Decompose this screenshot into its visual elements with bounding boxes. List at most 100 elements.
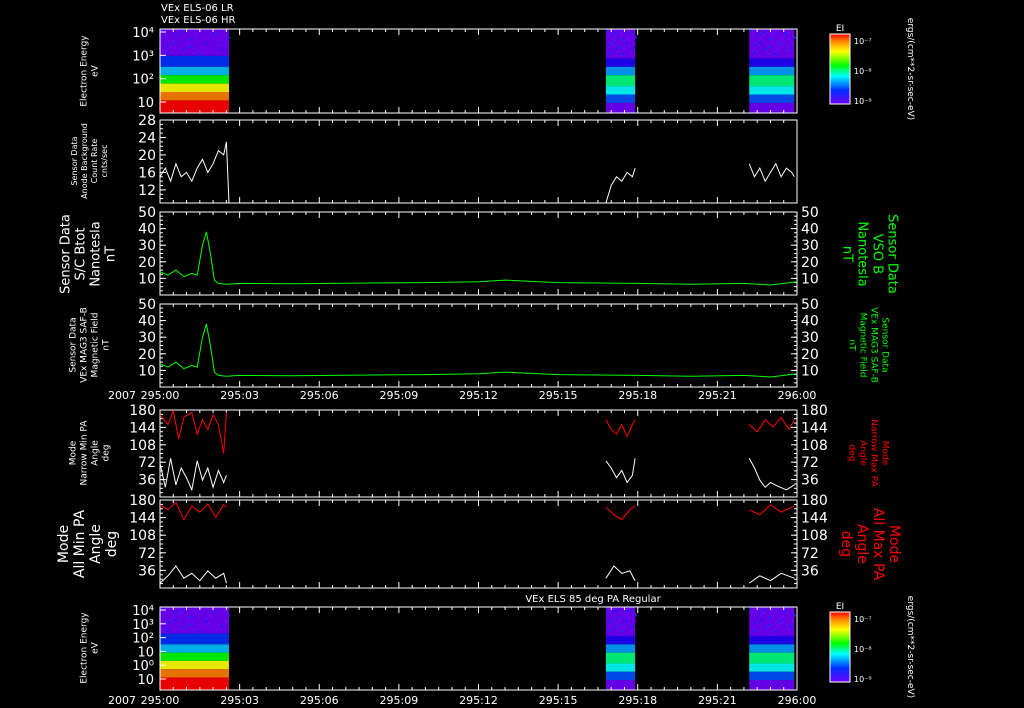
speckle: [608, 629, 611, 632]
speckle: [633, 35, 636, 38]
speckle: [629, 629, 632, 632]
speckle: [626, 36, 629, 39]
speckle: [223, 41, 226, 44]
speckle: [220, 47, 223, 50]
speckle: [783, 610, 786, 613]
speckle: [202, 626, 205, 629]
colorbar-title: EI: [836, 24, 844, 34]
bmag-ylabel-right-line: nT: [840, 246, 855, 262]
speckle: [225, 620, 228, 623]
time-tick-label: 295:12: [459, 389, 498, 402]
energy-band: [749, 644, 795, 653]
spectrogram-bottom-ylabel-line: Electron Energy: [80, 612, 90, 684]
colorbar-gradient: [829, 33, 851, 105]
speckle: [182, 608, 185, 611]
time-tick-label: 295:09: [380, 389, 419, 402]
speckle: [750, 30, 753, 33]
speckle: [615, 48, 618, 51]
speckle: [612, 619, 615, 622]
bmag-ylabel-line: nT: [104, 246, 119, 262]
y-tick-label: 20: [138, 255, 156, 271]
y-tick-label-right: 108: [801, 438, 828, 454]
speckle: [615, 31, 618, 34]
speckle: [758, 619, 761, 622]
speckle: [769, 38, 772, 41]
mag-ylabel-right-line: VEx MAG3 SAF-B: [869, 307, 879, 383]
speckle: [618, 615, 621, 618]
speckle: [621, 52, 624, 55]
speckle: [624, 48, 627, 51]
speckle: [623, 46, 626, 49]
speckle: [759, 611, 762, 614]
y-tick-label: 36: [138, 563, 156, 579]
speckle: [189, 45, 192, 48]
speckle: [213, 32, 216, 35]
speckle: [164, 627, 167, 630]
series-line: [159, 231, 798, 286]
energy-band: [749, 652, 795, 664]
speckle: [793, 614, 796, 617]
min-line: [748, 458, 795, 491]
mag-ylabel-line: nT: [102, 339, 112, 351]
speckle: [764, 48, 767, 51]
speckle: [174, 41, 177, 44]
spectrogram-block: [160, 29, 231, 113]
speckle: [190, 38, 193, 41]
spectrogram-top-ylabel-line: eV: [91, 64, 101, 77]
time-tick-label: 295:12: [459, 694, 498, 707]
y-tick-label: 10³: [132, 618, 154, 633]
energy-band: [160, 92, 230, 101]
time-axis-1: 2007 295:00 295:03 295:06 295:09 295:12 295:15…: [108, 694, 816, 707]
speckle: [210, 38, 213, 41]
speckle: [611, 39, 614, 42]
spectrogram-block: [749, 607, 796, 690]
mag-ylabel: Sensor Data VEx MAG3 SAF-B Magnetic Field n…: [69, 307, 112, 383]
energy-band: [605, 663, 636, 672]
y-tick-label: 16: [138, 165, 156, 181]
speckle: [164, 32, 167, 35]
speckle: [609, 621, 612, 624]
speckle: [208, 614, 211, 617]
speckle: [616, 42, 619, 45]
speckle: [172, 617, 175, 620]
bmag-vso-frame: [159, 211, 798, 296]
speckle: [205, 620, 208, 623]
energy-band: [605, 102, 636, 113]
y-tick-label: 10: [137, 673, 154, 688]
time-tick-label: 295:00: [141, 694, 180, 707]
speckle: [627, 608, 630, 611]
speckle: [213, 610, 216, 613]
speckle: [787, 630, 790, 633]
speckle: [775, 607, 778, 610]
header-line-1: VEx ELS-06 LR: [161, 3, 234, 14]
time-tick-label: 295:21: [698, 694, 737, 707]
y-tick-label: 144: [129, 511, 156, 527]
max-line: [748, 416, 795, 433]
speckle: [770, 609, 773, 612]
header-line-2: VEx ELS-06 HR: [161, 15, 236, 26]
speckle: [768, 623, 771, 626]
speckle: [792, 42, 795, 45]
y-tick-label: 30: [138, 238, 156, 254]
pa-all-ylabel-line: deg: [104, 531, 120, 557]
speckle: [200, 607, 203, 610]
pa-narrow-ylabel-line: deg: [102, 445, 112, 462]
energy-band: [749, 66, 795, 76]
speckle: [166, 51, 169, 54]
series-line: [159, 141, 230, 204]
time-axis-0: 2007 295:00 295:03 295:06 295:09 295:12 295:15…: [108, 389, 816, 402]
y-tick-label: 40: [138, 222, 156, 238]
y-tick-label-right: 108: [801, 528, 828, 544]
time-tick-label: 296:00: [778, 694, 817, 707]
speckle: [185, 42, 188, 45]
units-label: ergs/(cm**2-sr-sec-eV): [905, 596, 915, 698]
y-tick-label: 10: [138, 363, 156, 379]
speckle: [606, 30, 609, 33]
max-line: [605, 505, 636, 521]
speckle: [618, 45, 621, 48]
speckle: [175, 611, 178, 614]
anode-ylabel-line: Sensor Data: [70, 136, 79, 185]
speckle: [767, 44, 770, 47]
speckle: [169, 623, 172, 626]
energy-band: [605, 644, 636, 653]
